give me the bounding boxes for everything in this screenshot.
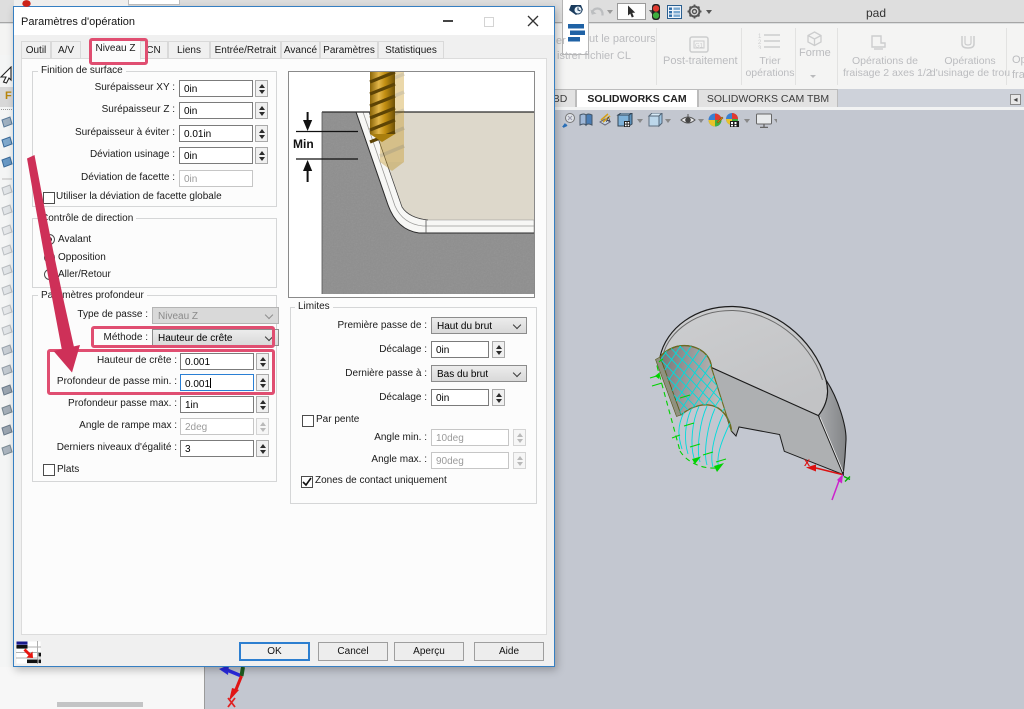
svg-text:A: A [606,117,611,124]
svg-text:Min: Min [293,137,314,151]
svg-text:G1: G1 [695,44,704,50]
svg-text:3: 3 [758,46,762,49]
svg-text:X: X [804,458,810,468]
